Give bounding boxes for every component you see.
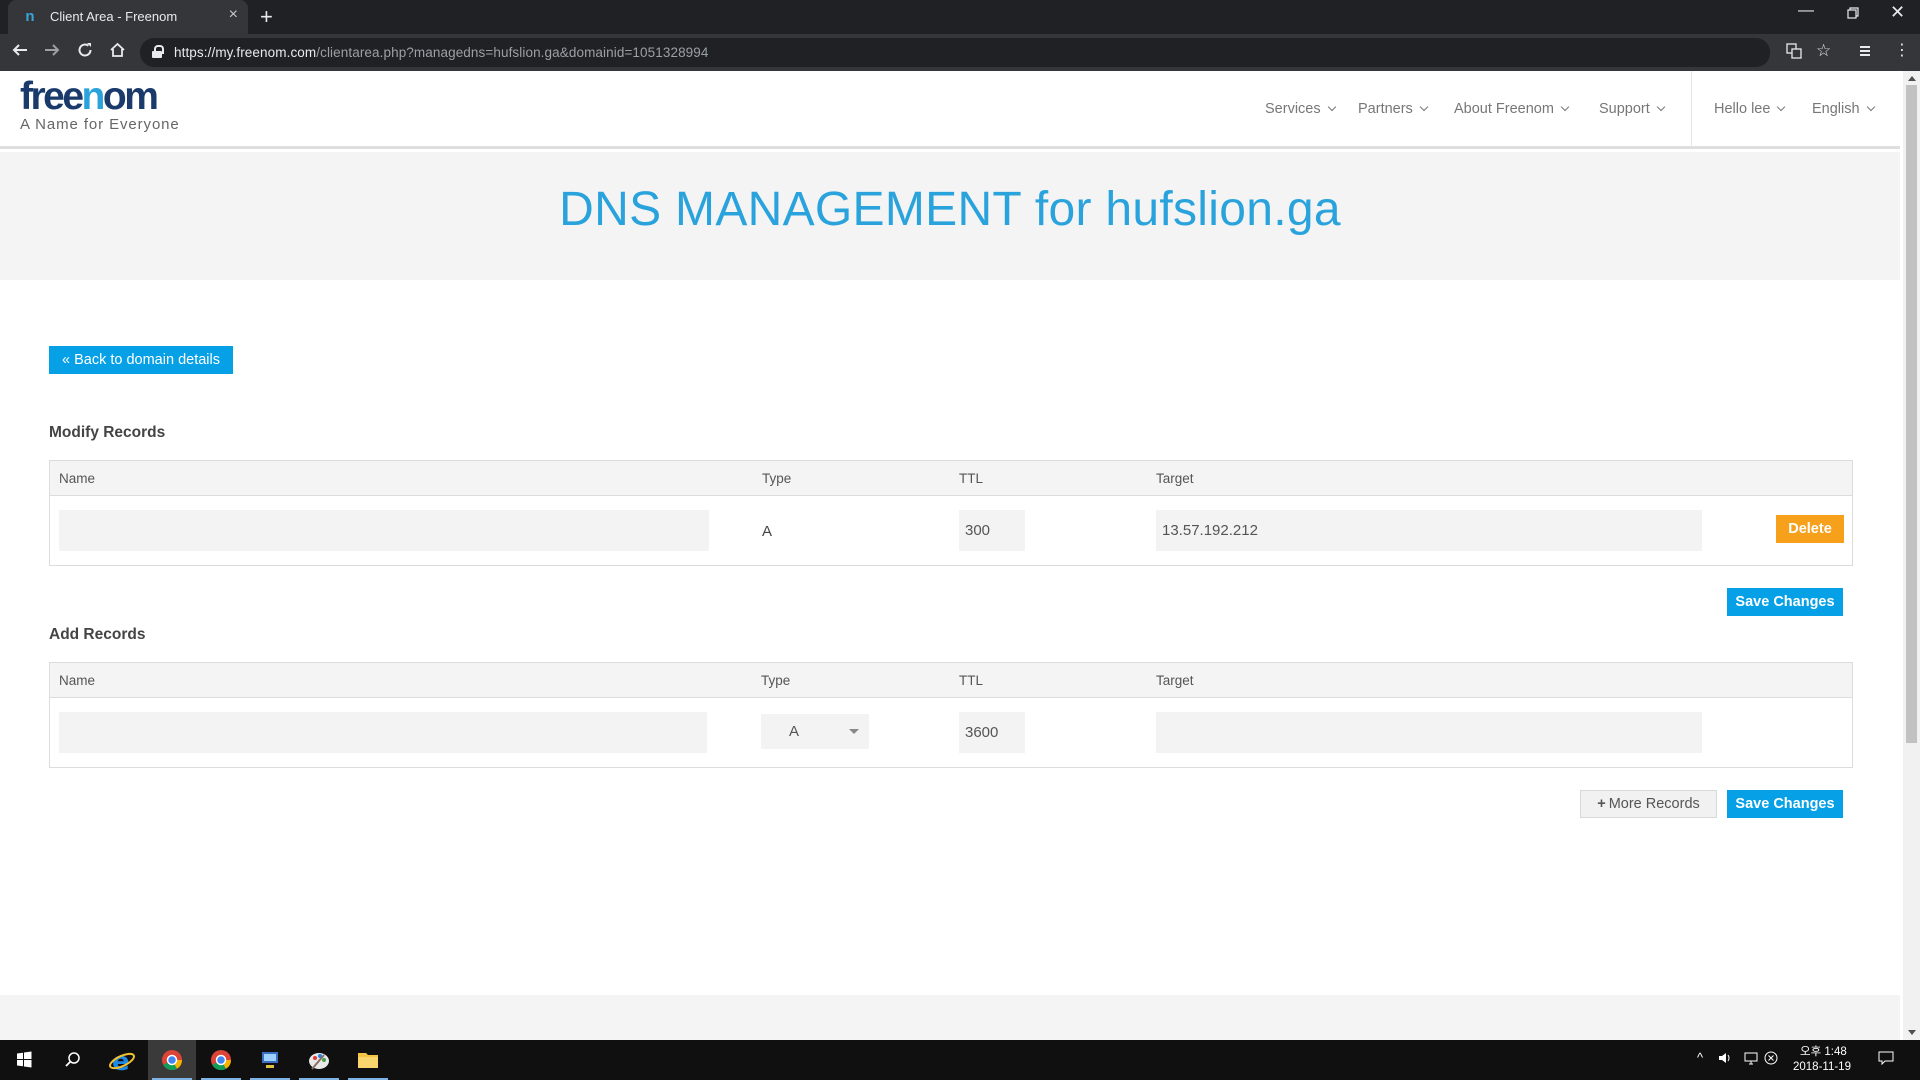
plus-icon: + (1597, 796, 1606, 812)
delete-record-button[interactable]: Delete (1776, 515, 1844, 543)
column-name-header: Name (59, 673, 96, 688)
restore-icon[interactable] (1847, 6, 1859, 22)
back-to-domain-details-button[interactable]: « Back to domain details (49, 346, 233, 374)
tab-close-icon[interactable]: × (229, 6, 238, 24)
volume-icon[interactable] (1718, 1051, 1732, 1068)
save-changes-modify-button[interactable]: Save Changes (1727, 588, 1843, 616)
logo-tagline: A Name for Everyone (20, 116, 180, 133)
lock-icon[interactable] (152, 45, 164, 58)
freenom-favicon-icon: n (25, 8, 35, 25)
logo-wordmark: freenom (20, 75, 159, 118)
record-ttl-input[interactable]: 300 (959, 510, 1025, 551)
record-name-input[interactable] (59, 510, 709, 551)
record-type-value: A (762, 523, 773, 540)
column-ttl-header: TTL (959, 673, 984, 688)
internet-explorer-icon[interactable]: e (98, 1040, 146, 1080)
footer-band (0, 995, 1900, 1040)
column-type-header: Type (762, 471, 792, 486)
column-name-header: Name (59, 471, 96, 486)
nav-divider (1691, 71, 1692, 147)
chevron-down-icon (1560, 102, 1570, 112)
add-records-table: Name Type TTL Target A 3600 (49, 662, 1853, 768)
column-type-header: Type (761, 673, 791, 688)
minimize-icon[interactable]: — (1798, 2, 1814, 20)
url-text: https://my.freenom.com/clientarea.php?ma… (174, 45, 709, 60)
close-window-icon[interactable]: ✕ (1890, 2, 1905, 23)
nav-partners[interactable]: Partners (1358, 101, 1429, 117)
tab-title: Client Area - Freenom (50, 9, 178, 24)
freenom-logo[interactable]: freenom A Name for Everyone (20, 75, 180, 133)
extension-icon[interactable] (1857, 43, 1873, 63)
svg-text:e: e (112, 1047, 130, 1077)
new-record-type-select[interactable]: A (761, 714, 869, 749)
page-title: DNS MANAGEMENT for hufslion.ga (559, 183, 1341, 236)
address-bar[interactable]: https://my.freenom.com/clientarea.php?ma… (140, 38, 1770, 67)
chrome-second-window-icon[interactable] (197, 1040, 245, 1080)
nav-user-menu[interactable]: Hello lee (1714, 101, 1786, 117)
modify-records-table: Name Type TTL Target A 300 13.57.192.212… (49, 460, 1853, 566)
network-icon[interactable] (1744, 1051, 1760, 1068)
column-target-header: Target (1156, 471, 1194, 486)
chrome-taskbar-icon[interactable] (148, 1040, 196, 1080)
translate-icon[interactable] (1786, 43, 1802, 63)
chevron-down-icon (1777, 102, 1786, 112)
notification-center-icon[interactable] (1878, 1051, 1894, 1068)
nav-services[interactable]: Services (1265, 101, 1336, 117)
add-records-heading: Add Records (49, 626, 146, 643)
browser-tab[interactable]: n Client Area - Freenom × (8, 0, 248, 34)
clock-time[interactable]: 오후 1:48 (1800, 1043, 1847, 1059)
chevron-down-icon (1656, 102, 1666, 112)
windows-start-icon[interactable] (0, 1040, 48, 1080)
site-header: freenom A Name for Everyone Services Par… (0, 71, 1900, 149)
nav-support[interactable]: Support (1599, 101, 1666, 117)
save-changes-add-button[interactable]: Save Changes (1727, 790, 1843, 818)
reload-icon[interactable] (77, 41, 93, 63)
search-icon[interactable] (48, 1040, 96, 1080)
new-record-target-input[interactable] (1156, 712, 1702, 753)
error-badge-icon[interactable] (1764, 1051, 1778, 1068)
scroll-thumb[interactable] (1906, 85, 1917, 743)
table-header: Name Type TTL Target (50, 663, 1852, 698)
page-scrollbar[interactable] (1903, 71, 1920, 1040)
nav-language[interactable]: English (1812, 101, 1875, 117)
chevron-down-icon (1327, 102, 1336, 112)
selected-type: A (789, 723, 800, 740)
caret-down-icon (849, 729, 859, 734)
network-tool-icon[interactable] (246, 1040, 294, 1080)
tray-chevron-up-icon[interactable]: ^ (1697, 1050, 1703, 1065)
windows-taskbar: e ^ 오후 1:48 2018-11-19 (0, 1040, 1920, 1080)
chevron-down-icon (1866, 102, 1875, 112)
modify-records-heading: Modify Records (49, 424, 166, 441)
menu-kebab-icon[interactable]: ⋮ (1894, 40, 1910, 60)
bookmark-star-icon[interactable]: ☆ (1816, 41, 1831, 61)
browser-toolbar: https://my.freenom.com/clientarea.php?ma… (0, 34, 1920, 71)
new-record-ttl-input[interactable]: 3600 (959, 712, 1025, 753)
file-explorer-icon[interactable] (344, 1040, 392, 1080)
scroll-up-icon[interactable] (1908, 76, 1916, 81)
new-record-name-input[interactable] (59, 712, 707, 753)
home-icon[interactable] (109, 41, 126, 63)
scroll-down-icon[interactable] (1908, 1030, 1916, 1035)
new-tab-icon[interactable]: + (260, 4, 273, 30)
table-header: Name Type TTL Target (50, 461, 1852, 496)
title-band: DNS MANAGEMENT for hufslion.ga (0, 152, 1900, 280)
nav-about-freenom[interactable]: About Freenom (1454, 101, 1570, 117)
back-arrow-icon[interactable] (12, 41, 28, 63)
forward-arrow-icon[interactable] (44, 41, 60, 63)
more-records-button[interactable]: + More Records (1580, 790, 1717, 818)
clock-date[interactable]: 2018-11-19 (1793, 1061, 1851, 1073)
chevron-down-icon (1419, 102, 1429, 112)
browser-tab-strip: n Client Area - Freenom × + — ✕ (0, 0, 1920, 34)
paint-icon[interactable] (295, 1040, 343, 1080)
record-target-input[interactable]: 13.57.192.212 (1156, 510, 1702, 551)
column-target-header: Target (1156, 673, 1194, 688)
column-ttl-header: TTL (959, 471, 984, 486)
